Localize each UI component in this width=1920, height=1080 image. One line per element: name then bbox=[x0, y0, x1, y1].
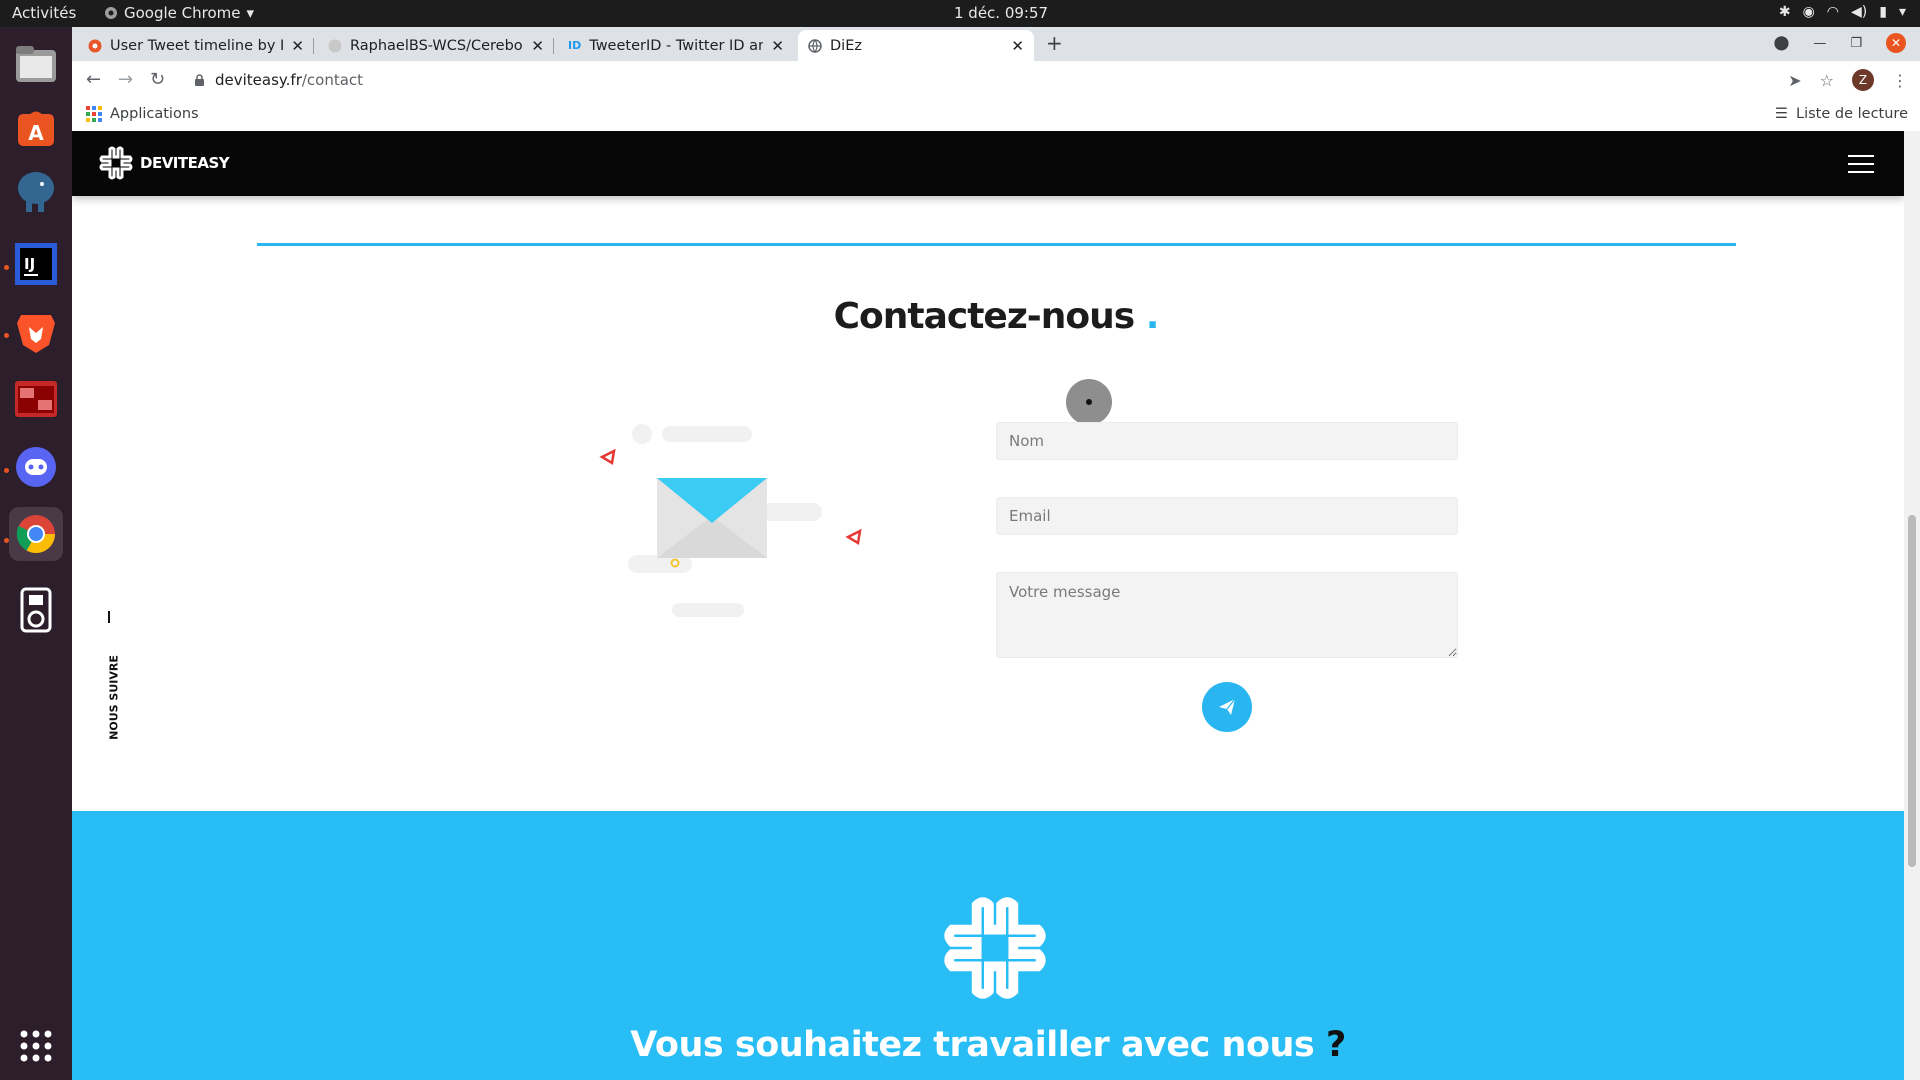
url-path: /contact bbox=[301, 71, 364, 89]
hamburger-menu-icon[interactable] bbox=[1848, 155, 1874, 173]
bookmark-applications[interactable]: Applications bbox=[86, 106, 199, 122]
orange-circle-icon bbox=[88, 39, 102, 52]
scrollbar-thumb[interactable] bbox=[1908, 515, 1916, 867]
follow-dash bbox=[108, 611, 110, 623]
clock[interactable]: 1 déc. 09:57 bbox=[954, 4, 1048, 22]
app-name: Google Chrome bbox=[124, 4, 241, 22]
reading-list-icon: ☰ bbox=[1775, 106, 1789, 122]
discord-icon[interactable] bbox=[9, 440, 63, 494]
send-to-devices-icon[interactable]: ➤ bbox=[1788, 71, 1801, 90]
site-logo[interactable]: DEVITEASY bbox=[98, 145, 230, 181]
pgadmin-elephant-icon[interactable] bbox=[9, 165, 63, 219]
tab-tweeterid[interactable]: ID TweeterID - Twitter ID and ✕ bbox=[558, 30, 794, 61]
tab-title: User Tweet timeline by ID bbox=[110, 37, 284, 54]
globe-icon bbox=[808, 38, 822, 53]
usb-device-icon[interactable] bbox=[9, 583, 63, 637]
close-tab-icon[interactable]: ✕ bbox=[771, 37, 784, 55]
tray-menu-icon[interactable]: ▾ bbox=[1899, 4, 1906, 20]
bookmark-label: Applications bbox=[110, 106, 199, 122]
activities-button[interactable]: Activités bbox=[12, 4, 76, 22]
page-viewport: DEVITEASY Contactez-nous . NOUS SUIVRE V… bbox=[72, 131, 1920, 1080]
section-divider bbox=[257, 243, 1736, 246]
github-icon bbox=[328, 39, 342, 52]
lock-icon bbox=[195, 73, 204, 86]
cta-title: Vous souhaitez travailler avec nous ? bbox=[630, 1025, 1346, 1065]
window-controls: ⬤ — ❐ ✕ bbox=[1774, 33, 1906, 53]
site-navbar: DEVITEASY bbox=[72, 131, 1904, 196]
chrome-dock-icon[interactable] bbox=[9, 507, 63, 561]
app-menu[interactable]: Google Chrome ▾ bbox=[104, 4, 254, 22]
volume-icon[interactable]: ◀) bbox=[1851, 4, 1867, 20]
follow-label: NOUS SUIVRE bbox=[107, 655, 121, 740]
reading-list-label: Liste de lecture bbox=[1796, 106, 1908, 122]
ubuntu-dock: A IJ bbox=[0, 27, 72, 1080]
page-scrollbar[interactable] bbox=[1904, 131, 1920, 1080]
tab-search-icon[interactable]: ⬤ bbox=[1774, 35, 1790, 51]
paper-plane-icon bbox=[1219, 698, 1236, 715]
reading-list-button[interactable]: ☰ Liste de lecture bbox=[1775, 106, 1908, 122]
slack-tray-icon[interactable]: ✱ bbox=[1779, 4, 1791, 20]
id-icon: ID bbox=[568, 39, 582, 52]
minimize-icon[interactable]: — bbox=[1813, 36, 1826, 51]
show-applications-icon[interactable] bbox=[9, 1019, 63, 1073]
profile-avatar[interactable]: Z bbox=[1852, 69, 1874, 91]
tab-title: DiEz bbox=[830, 37, 862, 54]
close-window-icon[interactable]: ✕ bbox=[1886, 33, 1906, 53]
browser-chrome: User Tweet timeline by ID ✕ RaphaelBS-WC… bbox=[72, 27, 1920, 131]
kebab-menu-icon[interactable]: ⋮ bbox=[1892, 71, 1908, 90]
back-arrow-icon[interactable]: ← bbox=[86, 69, 101, 90]
email-input[interactable] bbox=[996, 497, 1458, 535]
browser-toolbar: ← → ↻ deviteasy.fr/contact ➤ ☆ Z ⋮ bbox=[72, 61, 1920, 99]
contact-title: Contactez-nous . bbox=[833, 296, 1160, 337]
tab-strip: User Tweet timeline by ID ✕ RaphaelBS-WC… bbox=[72, 27, 1920, 61]
brave-icon[interactable] bbox=[9, 305, 63, 359]
new-tab-plus-icon[interactable]: + bbox=[1046, 31, 1063, 55]
url-domain: deviteasy.fr bbox=[215, 71, 302, 89]
mouse-cursor-indicator bbox=[1066, 379, 1112, 425]
bookmark-star-icon[interactable]: ☆ bbox=[1820, 71, 1834, 90]
files-icon[interactable] bbox=[9, 37, 63, 91]
software-center-icon[interactable]: A bbox=[9, 101, 63, 155]
logo-text: DEVITEASY bbox=[140, 154, 230, 172]
svg-text:IJ: IJ bbox=[24, 255, 35, 273]
bookmarks-bar: Applications ☰ Liste de lecture bbox=[72, 99, 1920, 131]
reload-icon[interactable]: ↻ bbox=[150, 69, 165, 90]
follow-us-sidebar[interactable]: NOUS SUIVRE bbox=[94, 611, 134, 751]
envelope-illustration-icon bbox=[599, 424, 862, 617]
tab-title: RaphaelBS-WCS/Cerebook bbox=[350, 37, 524, 54]
close-tab-icon[interactable]: ✕ bbox=[531, 37, 544, 55]
system-tray[interactable]: ✱ ◉ ◠ ◀) ▮ ▾ bbox=[1779, 4, 1906, 20]
close-tab-icon[interactable]: ✕ bbox=[1011, 37, 1024, 55]
hashtag-logo-icon bbox=[99, 146, 133, 180]
restore-icon[interactable]: ❐ bbox=[1850, 36, 1862, 51]
os-top-bar: Activités Google Chrome ▾ 1 déc. 09:57 ✱… bbox=[0, 0, 1920, 27]
apps-grid-icon bbox=[86, 106, 102, 122]
wifi-icon[interactable]: ◠ bbox=[1827, 4, 1839, 20]
caret-down-icon: ▾ bbox=[246, 4, 255, 22]
send-button[interactable] bbox=[1202, 682, 1252, 732]
message-textarea[interactable] bbox=[996, 572, 1458, 658]
hashtag-logo-large-icon bbox=[944, 897, 1046, 999]
svg-text:A: A bbox=[28, 121, 44, 145]
terminal-tools-icon[interactable] bbox=[9, 372, 63, 426]
chrome-small-icon bbox=[105, 7, 117, 19]
tab-github-cerebook[interactable]: RaphaelBS-WCS/Cerebook ✕ bbox=[318, 30, 554, 61]
battery-icon[interactable]: ▮ bbox=[1879, 4, 1887, 20]
close-tab-icon[interactable]: ✕ bbox=[291, 37, 304, 55]
name-input[interactable] bbox=[996, 422, 1458, 460]
address-bar[interactable]: deviteasy.fr/contact bbox=[182, 65, 1868, 95]
tab-diez-active[interactable]: DiEz ✕ bbox=[798, 30, 1034, 61]
toolbar-actions: ➤ ☆ Z ⋮ bbox=[1788, 69, 1908, 91]
tab-user-tweet-timeline[interactable]: User Tweet timeline by ID ✕ bbox=[78, 30, 314, 61]
intellij-icon[interactable]: IJ bbox=[9, 237, 63, 291]
tab-title: TweeterID - Twitter ID and bbox=[589, 37, 764, 54]
discord-tray-icon[interactable]: ◉ bbox=[1803, 4, 1815, 20]
forward-arrow-icon[interactable]: → bbox=[118, 69, 133, 90]
